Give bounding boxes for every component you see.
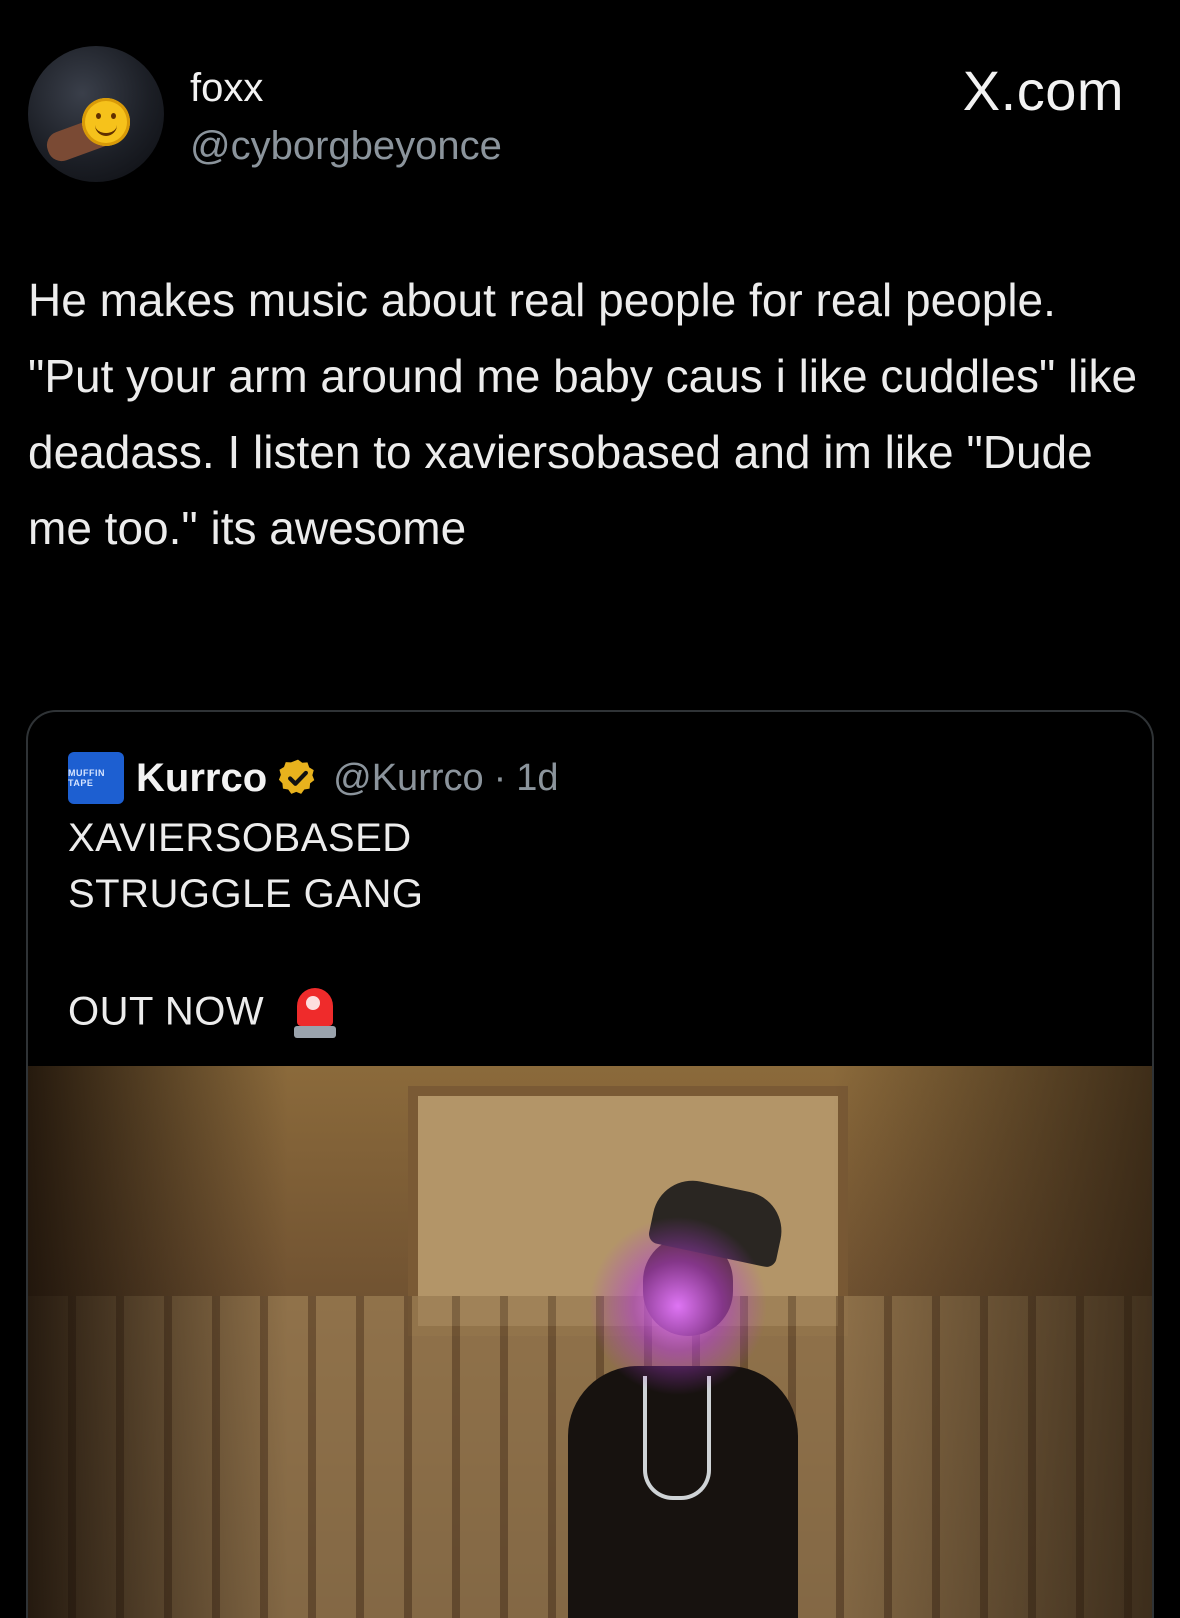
author-handle[interactable]: @cyborgbeyonce bbox=[190, 124, 502, 169]
media-shadow-left bbox=[28, 1066, 288, 1618]
verified-badge-icon bbox=[279, 759, 315, 794]
quoted-text-line-1: XAVIERSOBASED bbox=[68, 816, 412, 860]
quoted-text-line-2: STRUGGLE GANG bbox=[68, 872, 424, 916]
smiley-ball-icon bbox=[82, 98, 130, 146]
meta-separator: · bbox=[493, 756, 507, 799]
quoted-author-handle[interactable]: @Kurrco bbox=[333, 757, 484, 800]
tweet-header: foxx @cyborgbeyonce X.com bbox=[0, 0, 1180, 200]
quoted-tweet-header: MUFFIN TAPE Kurrco @Kurrco · 1d bbox=[68, 750, 559, 806]
quoted-text-line-3: OUT NOW bbox=[68, 988, 336, 1040]
media-shadow-right bbox=[832, 1066, 1152, 1618]
quoted-avatar-label: MUFFIN TAPE bbox=[68, 768, 105, 788]
quoted-tweet-card[interactable]: MUFFIN TAPE Kurrco @Kurrco · 1d XAVIERSO… bbox=[26, 710, 1154, 1618]
police-light-icon bbox=[293, 988, 336, 1040]
out-now-label: OUT NOW bbox=[68, 989, 265, 1034]
quoted-author-name[interactable]: Kurrco bbox=[136, 756, 267, 801]
author-avatar[interactable] bbox=[28, 46, 164, 182]
siren-glint bbox=[305, 996, 320, 1010]
media-purple-light bbox=[588, 1216, 768, 1396]
x-brand-label: X.com bbox=[962, 59, 1124, 122]
author-display-name[interactable]: foxx bbox=[190, 66, 263, 111]
siren-base bbox=[293, 1026, 336, 1038]
quoted-tweet-media[interactable] bbox=[28, 1066, 1152, 1618]
quoted-author-avatar[interactable]: MUFFIN TAPE bbox=[68, 752, 124, 804]
tweet-body-text: He makes music about real people for rea… bbox=[28, 274, 1138, 554]
quoted-tweet-age: 1d bbox=[516, 756, 559, 799]
